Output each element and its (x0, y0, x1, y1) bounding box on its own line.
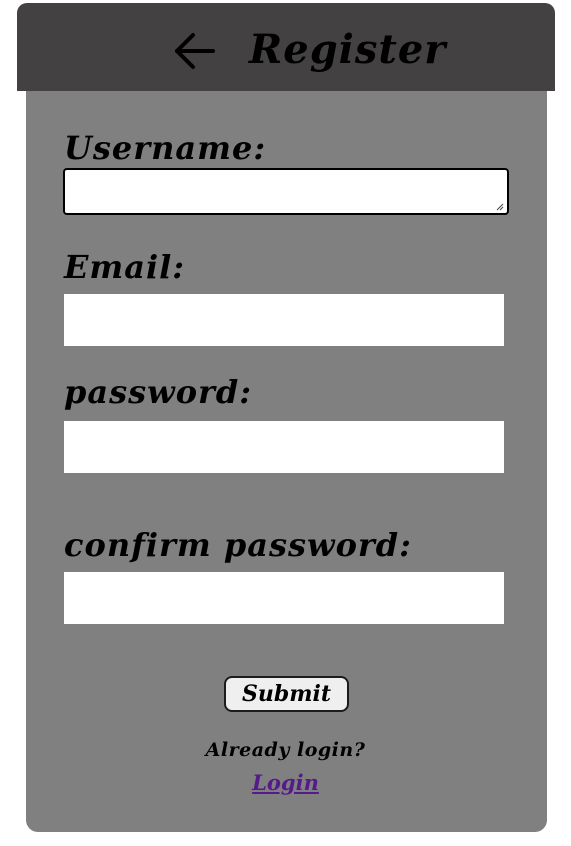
page-title: Register (249, 26, 447, 73)
already-login-text: Already login? (205, 739, 366, 761)
login-link[interactable]: Login (0, 768, 571, 798)
resize-grip-icon[interactable] (496, 203, 504, 211)
email-label: Email: (64, 248, 186, 286)
password-label: password: (64, 373, 253, 411)
username-field[interactable] (63, 168, 509, 215)
password-field[interactable] (64, 421, 504, 473)
arrow-left-icon[interactable] (173, 29, 217, 73)
submit-button[interactable]: Submit (224, 676, 349, 712)
confirm-password-field[interactable] (64, 572, 504, 624)
header-bar: Register (17, 3, 555, 91)
username-label: Username: (64, 129, 267, 167)
confirm-password-label: confirm password: (64, 526, 412, 564)
email-field[interactable] (64, 294, 504, 346)
